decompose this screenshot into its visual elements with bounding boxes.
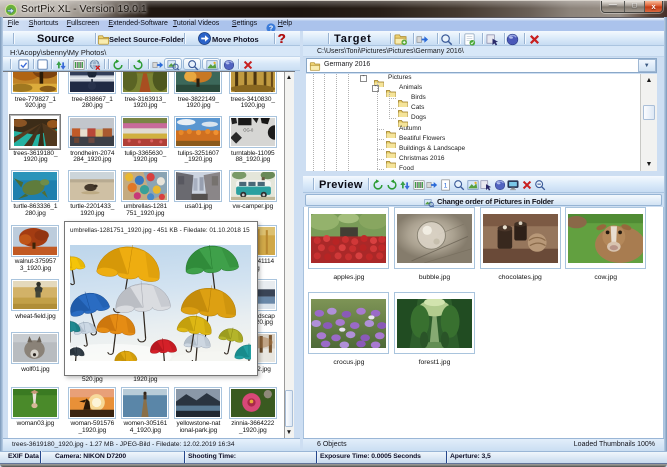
svg-text:OG-0: OG-0 <box>243 127 254 132</box>
svg-text:1: 1 <box>443 183 447 190</box>
